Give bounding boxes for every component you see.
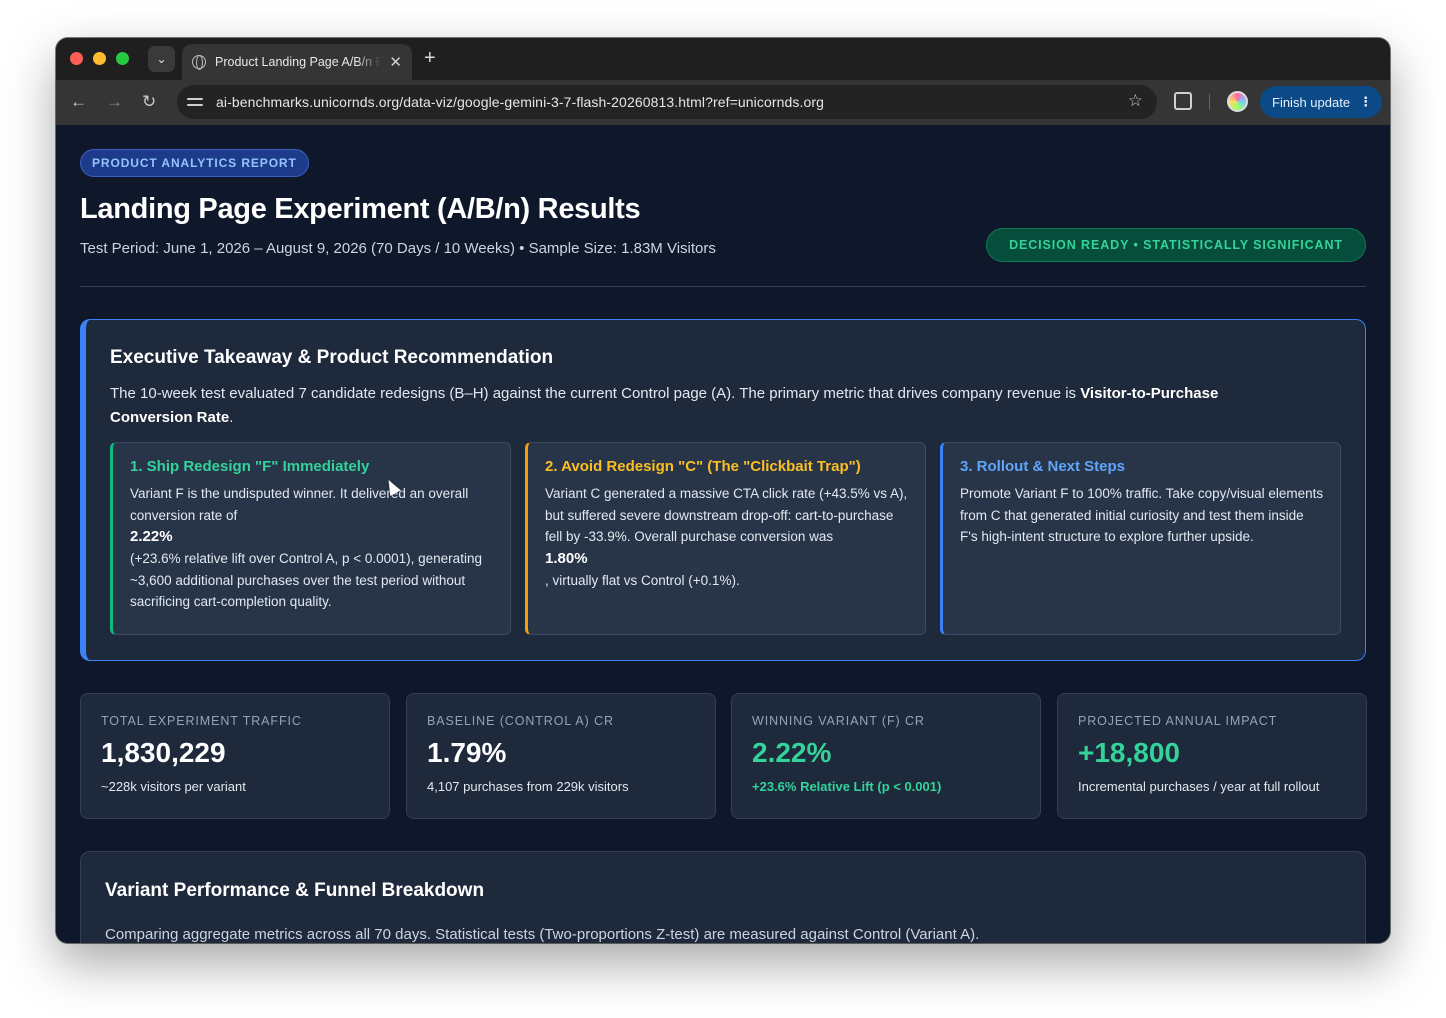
section-title: Variant Performance & Funnel Breakdown (105, 880, 485, 901)
recommendation-card-rollout: 3. Rollout & Next Steps Promote Variant … (940, 442, 1341, 635)
tab-strip: ⌄ Product Landing Page A/B/n Experiment … (56, 38, 1390, 80)
profile-avatar[interactable] (1227, 91, 1248, 112)
maximize-window-button[interactable] (116, 52, 129, 65)
recommendation-text-lead: Variant F is the undisputed winner. It d… (130, 486, 469, 523)
variant-c-conversion-rate: 1.80% (545, 549, 588, 567)
more-vert-icon: ⋮ (1359, 94, 1372, 109)
close-tab-icon[interactable]: ✕ (389, 53, 402, 71)
kpi-note: +23.6% Relative Lift (p < 0.001) (752, 779, 942, 794)
kpi-label: BASELINE (CONTROL A) CR (427, 714, 614, 728)
kpi-card-baseline-cr: BASELINE (CONTROL A) CR 1.79% 4,107 purc… (406, 693, 716, 819)
kpi-card-annual-impact: PROJECTED ANNUAL IMPACT +18,800 Incremen… (1057, 693, 1367, 819)
variant-f-conversion-rate: 2.22% (130, 528, 173, 545)
toolbar-divider (1209, 94, 1210, 110)
recommendation-title: 2. Avoid Redesign "C" (The "Clickbait Tr… (545, 458, 861, 475)
kpi-card-total-traffic: TOTAL EXPERIMENT TRAFFIC 1,830,229 ~228k… (80, 693, 390, 819)
executive-summary-card: Executive Takeaway & Product Recommendat… (80, 319, 1366, 661)
kpi-value: 1,830,229 (101, 737, 226, 768)
section-description: Comparing aggregate metrics across all 7… (105, 926, 980, 943)
browser-window: ⌄ Product Landing Page A/B/n Experiment … (56, 38, 1390, 943)
tab-title: Product Landing Page A/B/n Experiment (215, 55, 382, 69)
recommendation-text: Promote Variant F to 100% traffic. Take … (960, 486, 1324, 544)
page-title: Landing Page Experiment (A/B/n) Results (80, 193, 641, 225)
address-bar[interactable]: ai-benchmarks.unicornds.org/data-viz/goo… (177, 85, 1157, 119)
intro-suffix: . (229, 409, 234, 426)
recommendation-text: Variant F is the undisputed winner. It d… (130, 483, 494, 613)
active-tab[interactable]: Product Landing Page A/B/n Experiment ✕ (182, 44, 412, 80)
globe-icon (192, 55, 206, 70)
chevron-down-icon: ⌄ (156, 52, 167, 66)
new-tab-button[interactable]: + (424, 47, 436, 70)
kpi-label: PROJECTED ANNUAL IMPACT (1078, 714, 1278, 728)
extensions-puzzle-icon[interactable] (1174, 92, 1192, 110)
tab-search-button[interactable]: ⌄ (148, 46, 175, 72)
executive-summary-title: Executive Takeaway & Product Recommendat… (110, 347, 554, 368)
kpi-label: TOTAL EXPERIMENT TRAFFIC (101, 714, 302, 728)
status-badge: DECISION READY • STATISTICALLY SIGNIFICA… (986, 228, 1366, 262)
kpi-note: Incremental purchases / year at full rol… (1078, 779, 1320, 794)
kpi-note: 4,107 purchases from 229k visitors (427, 779, 629, 794)
bookmark-star-icon[interactable]: ☆ (1128, 91, 1143, 111)
recommendation-text: Variant C generated a massive CTA click … (545, 483, 909, 591)
url-text[interactable]: ai-benchmarks.unicornds.org/data-viz/goo… (216, 94, 824, 110)
kpi-card-winning-cr: WINNING VARIANT (F) CR 2.22% +23.6% Rela… (731, 693, 1041, 819)
recommendation-text-detail: (+23.6% relative lift over Control A, p … (130, 551, 482, 609)
recommendation-title: 3. Rollout & Next Steps (960, 458, 1126, 475)
recommendation-card-ship-f: 1. Ship Redesign "F" Immediately Variant… (110, 442, 511, 635)
reload-icon[interactable]: ↻ (142, 92, 156, 112)
site-settings-icon[interactable] (187, 95, 205, 109)
kpi-value: 2.22% (752, 737, 832, 768)
recommendation-card-avoid-c: 2. Avoid Redesign "C" (The "Clickbait Tr… (525, 442, 926, 635)
recommendation-text-detail: , virtually flat vs Control (+0.1%). (545, 572, 740, 588)
page-content: PRODUCT ANALYTICS REPORT Landing Page Ex… (56, 125, 1390, 943)
kpi-label: WINNING VARIANT (F) CR (752, 714, 925, 728)
header-divider (80, 286, 1366, 287)
minimize-window-button[interactable] (93, 52, 106, 65)
finish-update-button[interactable]: Finish update ⋮ (1260, 86, 1382, 118)
recommendation-text-lead: Variant C generated a massive CTA click … (545, 486, 908, 544)
kpi-note: ~228k visitors per variant (101, 779, 246, 794)
recommendation-title: 1. Ship Redesign "F" Immediately (130, 458, 370, 475)
report-category-badge: PRODUCT ANALYTICS REPORT (80, 149, 309, 177)
kpi-value: 1.79% (427, 737, 507, 768)
forward-arrow-icon[interactable]: → (106, 92, 123, 112)
kpi-value: +18,800 (1078, 737, 1180, 768)
test-period-subtitle: Test Period: June 1, 2026 – August 9, 20… (80, 240, 716, 257)
finish-update-label: Finish update (1272, 94, 1351, 110)
executive-summary-intro: The 10-week test evaluated 7 candidate r… (110, 382, 1290, 430)
back-arrow-icon[interactable]: ← (70, 92, 87, 112)
close-window-button[interactable] (70, 52, 83, 65)
browser-toolbar: ← → ↻ ai-benchmarks.unicornds.org/data-v… (56, 80, 1390, 125)
variant-performance-section: Variant Performance & Funnel Breakdown C… (80, 851, 1366, 943)
intro-text: The 10-week test evaluated 7 candidate r… (110, 385, 1081, 402)
